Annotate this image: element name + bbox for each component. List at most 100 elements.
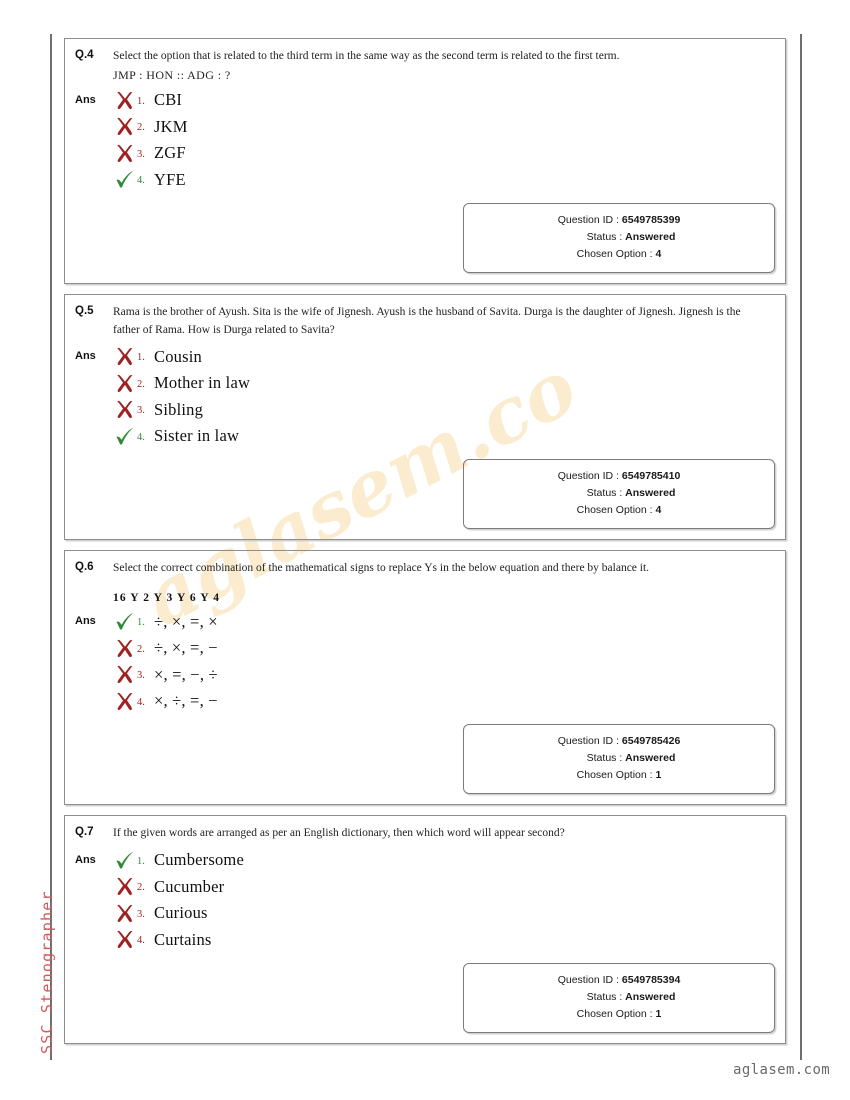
cross-icon (113, 930, 137, 949)
chosen-option-value: 1 (655, 769, 662, 782)
question-meta-wrapper: Question ID : 6549785410 Status : Answere… (75, 459, 775, 530)
question-status: Status : Answered (482, 485, 756, 502)
question-id: Question ID : 6549785426 (482, 733, 756, 750)
option-number: 4. (137, 935, 145, 947)
option-list: 1. Cumbersome 2. Cucumber 3. Curious 4. Curtain… (113, 847, 775, 953)
option-text: Cousin (154, 346, 202, 366)
option-number: 3. (137, 908, 145, 920)
option-row[interactable]: 2. Cucumber (113, 874, 775, 901)
option-row[interactable]: 1. Cousin (113, 343, 775, 370)
question-id-label: Question ID : (557, 213, 622, 226)
aglasem-footer-watermark: aglasem.com (733, 1062, 831, 1078)
option-number: 1. (137, 95, 145, 107)
option-row[interactable]: 2. ÷, ×, =, − (113, 635, 775, 662)
option-list: 1. Cousin 2. Mother in law 3. Sibling 4. Sister… (113, 343, 775, 449)
chosen-option-value: 4 (655, 247, 662, 260)
question-meta-box: Question ID : 6549785410 Status : Answere… (463, 459, 775, 530)
cross-icon (113, 639, 137, 658)
option-number: 1. (137, 855, 145, 867)
question-header: Q.4 Select the option that is related to … (75, 48, 775, 83)
question-card: Q.5 Rama is the brother of Ayush. Sita is… (64, 293, 786, 541)
question-text: Select the option that is related to the… (113, 50, 620, 62)
option-row[interactable]: 1. Cumbersome (113, 847, 775, 874)
question-status: Status : Answered (482, 229, 756, 246)
chosen-option-value: 1 (655, 1008, 662, 1021)
option-text: Sister in law (154, 426, 240, 446)
option-number: 2. (137, 643, 145, 655)
question-status-label: Status : (586, 487, 626, 500)
check-icon (113, 851, 137, 870)
option-list: 1. ÷, ×, =, × 2. ÷, ×, =, − 3. ×, =, −, ÷ 4. ×,… (113, 608, 775, 714)
answer-block: Ans 1. ÷, ×, =, × 2. ÷, ×, =, − 3. ×, =, −, ÷ 4… (75, 608, 775, 714)
question-status-value: Answered (625, 230, 676, 243)
option-row[interactable]: 3. ZGF (113, 140, 775, 167)
chosen-option: Chosen Option : 4 (482, 502, 756, 519)
question-card: Q.7 If the given words are arranged as pe… (64, 815, 786, 1045)
option-number: 3. (137, 148, 145, 160)
option-text: Curious (154, 903, 208, 923)
cross-icon (113, 144, 137, 163)
question-subtext: JMP : HON :: ADG : ? (113, 67, 231, 82)
cross-icon (113, 374, 137, 393)
option-number: 3. (137, 405, 145, 417)
question-text: Select the correct combination of the ma… (113, 562, 650, 575)
question-id: Question ID : 6549785399 (482, 212, 756, 229)
option-row[interactable]: 3. Curious (113, 900, 775, 927)
question-id: Question ID : 6549785394 (482, 972, 756, 989)
option-text: Curtains (154, 929, 212, 949)
option-text: Cumbersome (154, 850, 244, 870)
option-row[interactable]: 3. Sibling (113, 396, 775, 423)
chosen-option: Chosen Option : 1 (482, 1006, 756, 1023)
option-text: ZGF (154, 143, 186, 163)
answer-block: Ans 1. CBI 2. JKM 3. ZGF 4. YFE (75, 87, 775, 193)
question-number: Q.4 (75, 49, 94, 61)
question-status: Status : Answered (482, 750, 756, 767)
question-id-label: Question ID : (557, 974, 622, 987)
question-id: Question ID : 6549785410 (482, 468, 756, 485)
answer-label: Ans (75, 854, 96, 867)
chosen-option-label: Chosen Option : (576, 769, 656, 782)
answer-label: Ans (75, 615, 96, 628)
option-number: 4. (137, 696, 145, 708)
option-row[interactable]: 4. ×, ÷, =, − (113, 688, 775, 715)
question-meta-wrapper: Question ID : 6549785394 Status : Answere… (75, 963, 775, 1034)
chosen-option-label: Chosen Option : (576, 247, 656, 260)
question-status-label: Status : (586, 230, 626, 243)
question-id-value: 6549785394 (621, 974, 681, 987)
chosen-option-label: Chosen Option : (576, 1008, 656, 1021)
question-id-label: Question ID : (557, 470, 622, 483)
question-number: Q.7 (75, 826, 94, 839)
cross-icon (113, 400, 137, 419)
chosen-option: Chosen Option : 1 (482, 767, 756, 784)
cross-icon (113, 117, 137, 136)
question-status-value: Answered (625, 752, 676, 765)
option-row[interactable]: 4. Curtains (113, 927, 775, 954)
question-status-label: Status : (586, 991, 626, 1004)
check-icon (113, 170, 137, 189)
option-text: YFE (154, 169, 186, 189)
option-row[interactable]: 2. JKM (113, 113, 775, 140)
option-row[interactable]: 1. ÷, ×, =, × (113, 608, 775, 635)
option-number: 3. (137, 670, 145, 681)
option-row[interactable]: 4. Sister in law (113, 423, 775, 450)
cross-icon (113, 877, 137, 896)
question-card: Q.6 Select the correct combination of the… (64, 550, 786, 806)
option-text: ÷, ×, =, − (154, 638, 218, 657)
option-number: 1. (137, 352, 145, 364)
question-meta-wrapper: Question ID : 6549785426 Status : Answere… (75, 724, 775, 795)
question-status-label: Status : (586, 752, 626, 765)
page-right-border-rule (800, 34, 802, 1060)
check-icon (113, 427, 137, 446)
option-number: 4. (137, 431, 145, 443)
check-icon (113, 612, 137, 631)
option-number: 2. (137, 882, 145, 894)
option-row[interactable]: 4. YFE (113, 166, 775, 193)
option-row[interactable]: 3. ×, =, −, ÷ (113, 661, 775, 688)
option-list: 1. CBI 2. JKM 3. ZGF 4. YFE (113, 87, 775, 193)
chosen-option-label: Chosen Option : (576, 504, 656, 517)
option-row[interactable]: 1. CBI (113, 87, 775, 114)
question-header: Q.6 Select the correct combination of the… (75, 560, 775, 578)
option-text: ×, ÷, =, − (154, 691, 218, 710)
option-text: Sibling (154, 399, 204, 419)
option-row[interactable]: 2. Mother in law (113, 370, 775, 397)
